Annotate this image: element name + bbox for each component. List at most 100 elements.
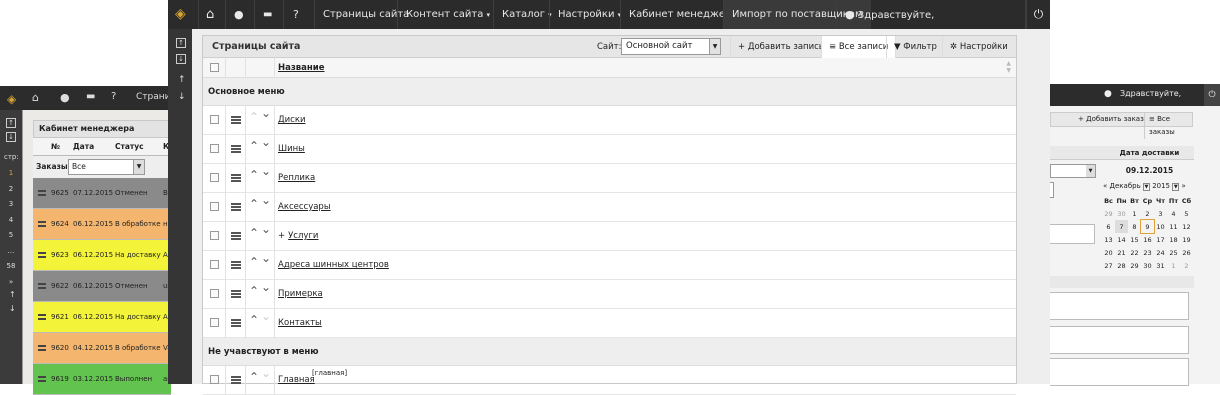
- move-up-icon[interactable]: ⌃: [249, 314, 259, 326]
- calendar-day[interactable]: 6: [1102, 220, 1115, 233]
- expand-icon[interactable]: +: [278, 222, 285, 251]
- move-down-icon[interactable]: ⌄: [261, 165, 271, 177]
- calendar-day[interactable]: 24: [1154, 246, 1167, 259]
- calendar-day[interactable]: 11: [1167, 220, 1180, 233]
- orders-filter-select[interactable]: Все ▼: [68, 159, 145, 175]
- page-link[interactable]: 2: [0, 182, 22, 198]
- help-icon[interactable]: ?: [111, 91, 116, 102]
- menu-icon[interactable]: [38, 221, 46, 227]
- site-select[interactable]: Основной сайт ▼: [621, 38, 721, 55]
- add-record-button[interactable]: + Добавить запись: [730, 36, 831, 58]
- calendar-day[interactable]: 26: [1180, 246, 1193, 259]
- order-row[interactable]: 9625 07.12.2015 Отменен Вс: [33, 178, 171, 209]
- calendar-day[interactable]: 27: [1102, 259, 1115, 272]
- page-link[interactable]: Контакты: [278, 318, 322, 328]
- menu-icon[interactable]: [38, 252, 46, 258]
- all-records-button[interactable]: ≡ Все записи: [821, 36, 897, 58]
- user-menu[interactable]: ● Здравствуйте,: [836, 0, 1026, 29]
- row-menu-icon[interactable]: [231, 319, 241, 327]
- month-select-icon[interactable]: ▼: [1142, 183, 1150, 191]
- move-down-icon[interactable]: ⌄: [261, 107, 271, 119]
- page-link[interactable]: Адреса шинных центров: [278, 260, 389, 270]
- calendar-day[interactable]: 20: [1102, 246, 1115, 259]
- move-down-icon[interactable]: ⌄: [261, 310, 271, 322]
- order-row[interactable]: 9622 06.12.2015 Отменен us: [33, 271, 171, 302]
- prev-month-icon[interactable]: «: [1103, 182, 1107, 190]
- logo-icon[interactable]: ◈: [168, 0, 198, 29]
- move-up-icon[interactable]: ⌃: [249, 371, 259, 383]
- year-select-icon[interactable]: ▼: [1172, 183, 1180, 191]
- calendar-day[interactable]: 3: [1154, 207, 1167, 220]
- all-orders-button[interactable]: ≡ Все заказы: [1144, 113, 1192, 139]
- calendar-day[interactable]: 17: [1154, 233, 1167, 246]
- row-checkbox[interactable]: [210, 375, 219, 384]
- nav-site-content[interactable]: Контент сайта ▾: [397, 0, 498, 29]
- page-link[interactable]: 58: [0, 259, 22, 275]
- row-menu-icon[interactable]: [231, 203, 241, 211]
- page-link[interactable]: Диски: [278, 115, 306, 125]
- move-down-icon[interactable]: ⌄: [261, 367, 271, 379]
- nav-settings[interactable]: Настройки ▾: [549, 0, 629, 29]
- calendar-day[interactable]: 8: [1128, 220, 1141, 233]
- folder-icon[interactable]: ▬: [254, 0, 283, 29]
- column-header-name[interactable]: Название: [278, 58, 325, 78]
- power-icon[interactable]: ⏻: [1204, 84, 1220, 106]
- row-checkbox[interactable]: [210, 231, 219, 240]
- sort-icon[interactable]: ▲ ▼: [1006, 60, 1011, 74]
- select-all-checkbox[interactable]: [210, 63, 219, 72]
- calendar-day[interactable]: 15: [1128, 233, 1141, 246]
- row-menu-icon[interactable]: [231, 116, 241, 124]
- select-field-2[interactable]: [1050, 182, 1054, 198]
- calendar-day[interactable]: 19: [1180, 233, 1193, 246]
- row-checkbox[interactable]: [210, 144, 219, 153]
- calendar-day[interactable]: 21: [1115, 246, 1128, 259]
- filter-button[interactable]: ▼ Фильтр: [886, 36, 944, 58]
- menu-icon[interactable]: [38, 376, 46, 382]
- col-number[interactable]: №: [51, 138, 60, 156]
- order-row[interactable]: 9619 03.12.2015 Выполнен ан: [33, 364, 171, 395]
- next-month-icon[interactable]: »: [1181, 182, 1185, 190]
- scroll-top-icon[interactable]: ↑: [6, 118, 16, 128]
- help-icon[interactable]: ?: [283, 0, 314, 29]
- text-field[interactable]: [1050, 224, 1095, 244]
- power-icon[interactable]: ⏻: [1026, 0, 1050, 29]
- home-icon[interactable]: ⌂: [198, 0, 225, 29]
- scroll-bottom-icon[interactable]: ↓: [176, 54, 186, 64]
- move-up-icon[interactable]: ⌃: [249, 111, 259, 123]
- calendar-day[interactable]: 14: [1115, 233, 1128, 246]
- down-arrow-icon[interactable]: ↓: [178, 92, 186, 102]
- calendar-day[interactable]: 16: [1141, 233, 1154, 246]
- row-checkbox[interactable]: [210, 318, 219, 327]
- row-checkbox[interactable]: [210, 115, 219, 124]
- home-icon[interactable]: ⌂: [32, 91, 39, 104]
- col-status[interactable]: Статус: [115, 138, 144, 156]
- menu-icon[interactable]: [38, 345, 46, 351]
- up-arrow-icon[interactable]: ↑: [9, 290, 16, 299]
- row-checkbox[interactable]: [210, 173, 219, 182]
- move-up-icon[interactable]: ⌃: [249, 256, 259, 268]
- calendar-day[interactable]: 4: [1167, 207, 1180, 220]
- move-down-icon[interactable]: ⌄: [261, 136, 271, 148]
- calendar-day[interactable]: 30: [1141, 259, 1154, 272]
- row-menu-icon[interactable]: [231, 261, 241, 269]
- menu-icon[interactable]: [38, 283, 46, 289]
- row-checkbox[interactable]: [210, 289, 219, 298]
- down-arrow-icon[interactable]: ↓: [9, 304, 16, 313]
- calendar-day[interactable]: 13: [1102, 233, 1115, 246]
- page-link[interactable]: Аксессуары: [278, 202, 331, 212]
- page-link[interactable]: »: [0, 275, 22, 291]
- calendar-day[interactable]: 29: [1102, 207, 1115, 220]
- comment-textarea[interactable]: [1050, 292, 1189, 320]
- scroll-bottom-icon[interactable]: ↓: [6, 132, 16, 142]
- move-down-icon[interactable]: ⌄: [261, 223, 271, 235]
- calendar-day[interactable]: 18: [1167, 233, 1180, 246]
- calendar-day[interactable]: 28: [1115, 259, 1128, 272]
- scroll-top-icon[interactable]: ↑: [176, 38, 186, 48]
- add-order-button[interactable]: + Добавить заказ: [1078, 113, 1144, 126]
- order-row[interactable]: 962106.12.2015На доставкуАл: [33, 302, 171, 333]
- page-link[interactable]: Шины: [278, 144, 305, 154]
- calendar-day[interactable]: 31: [1154, 259, 1167, 272]
- calendar-day[interactable]: 25: [1167, 246, 1180, 259]
- order-row[interactable]: 9624 06.12.2015 В обработке на: [33, 209, 171, 240]
- calendar-day[interactable]: 10: [1154, 220, 1167, 233]
